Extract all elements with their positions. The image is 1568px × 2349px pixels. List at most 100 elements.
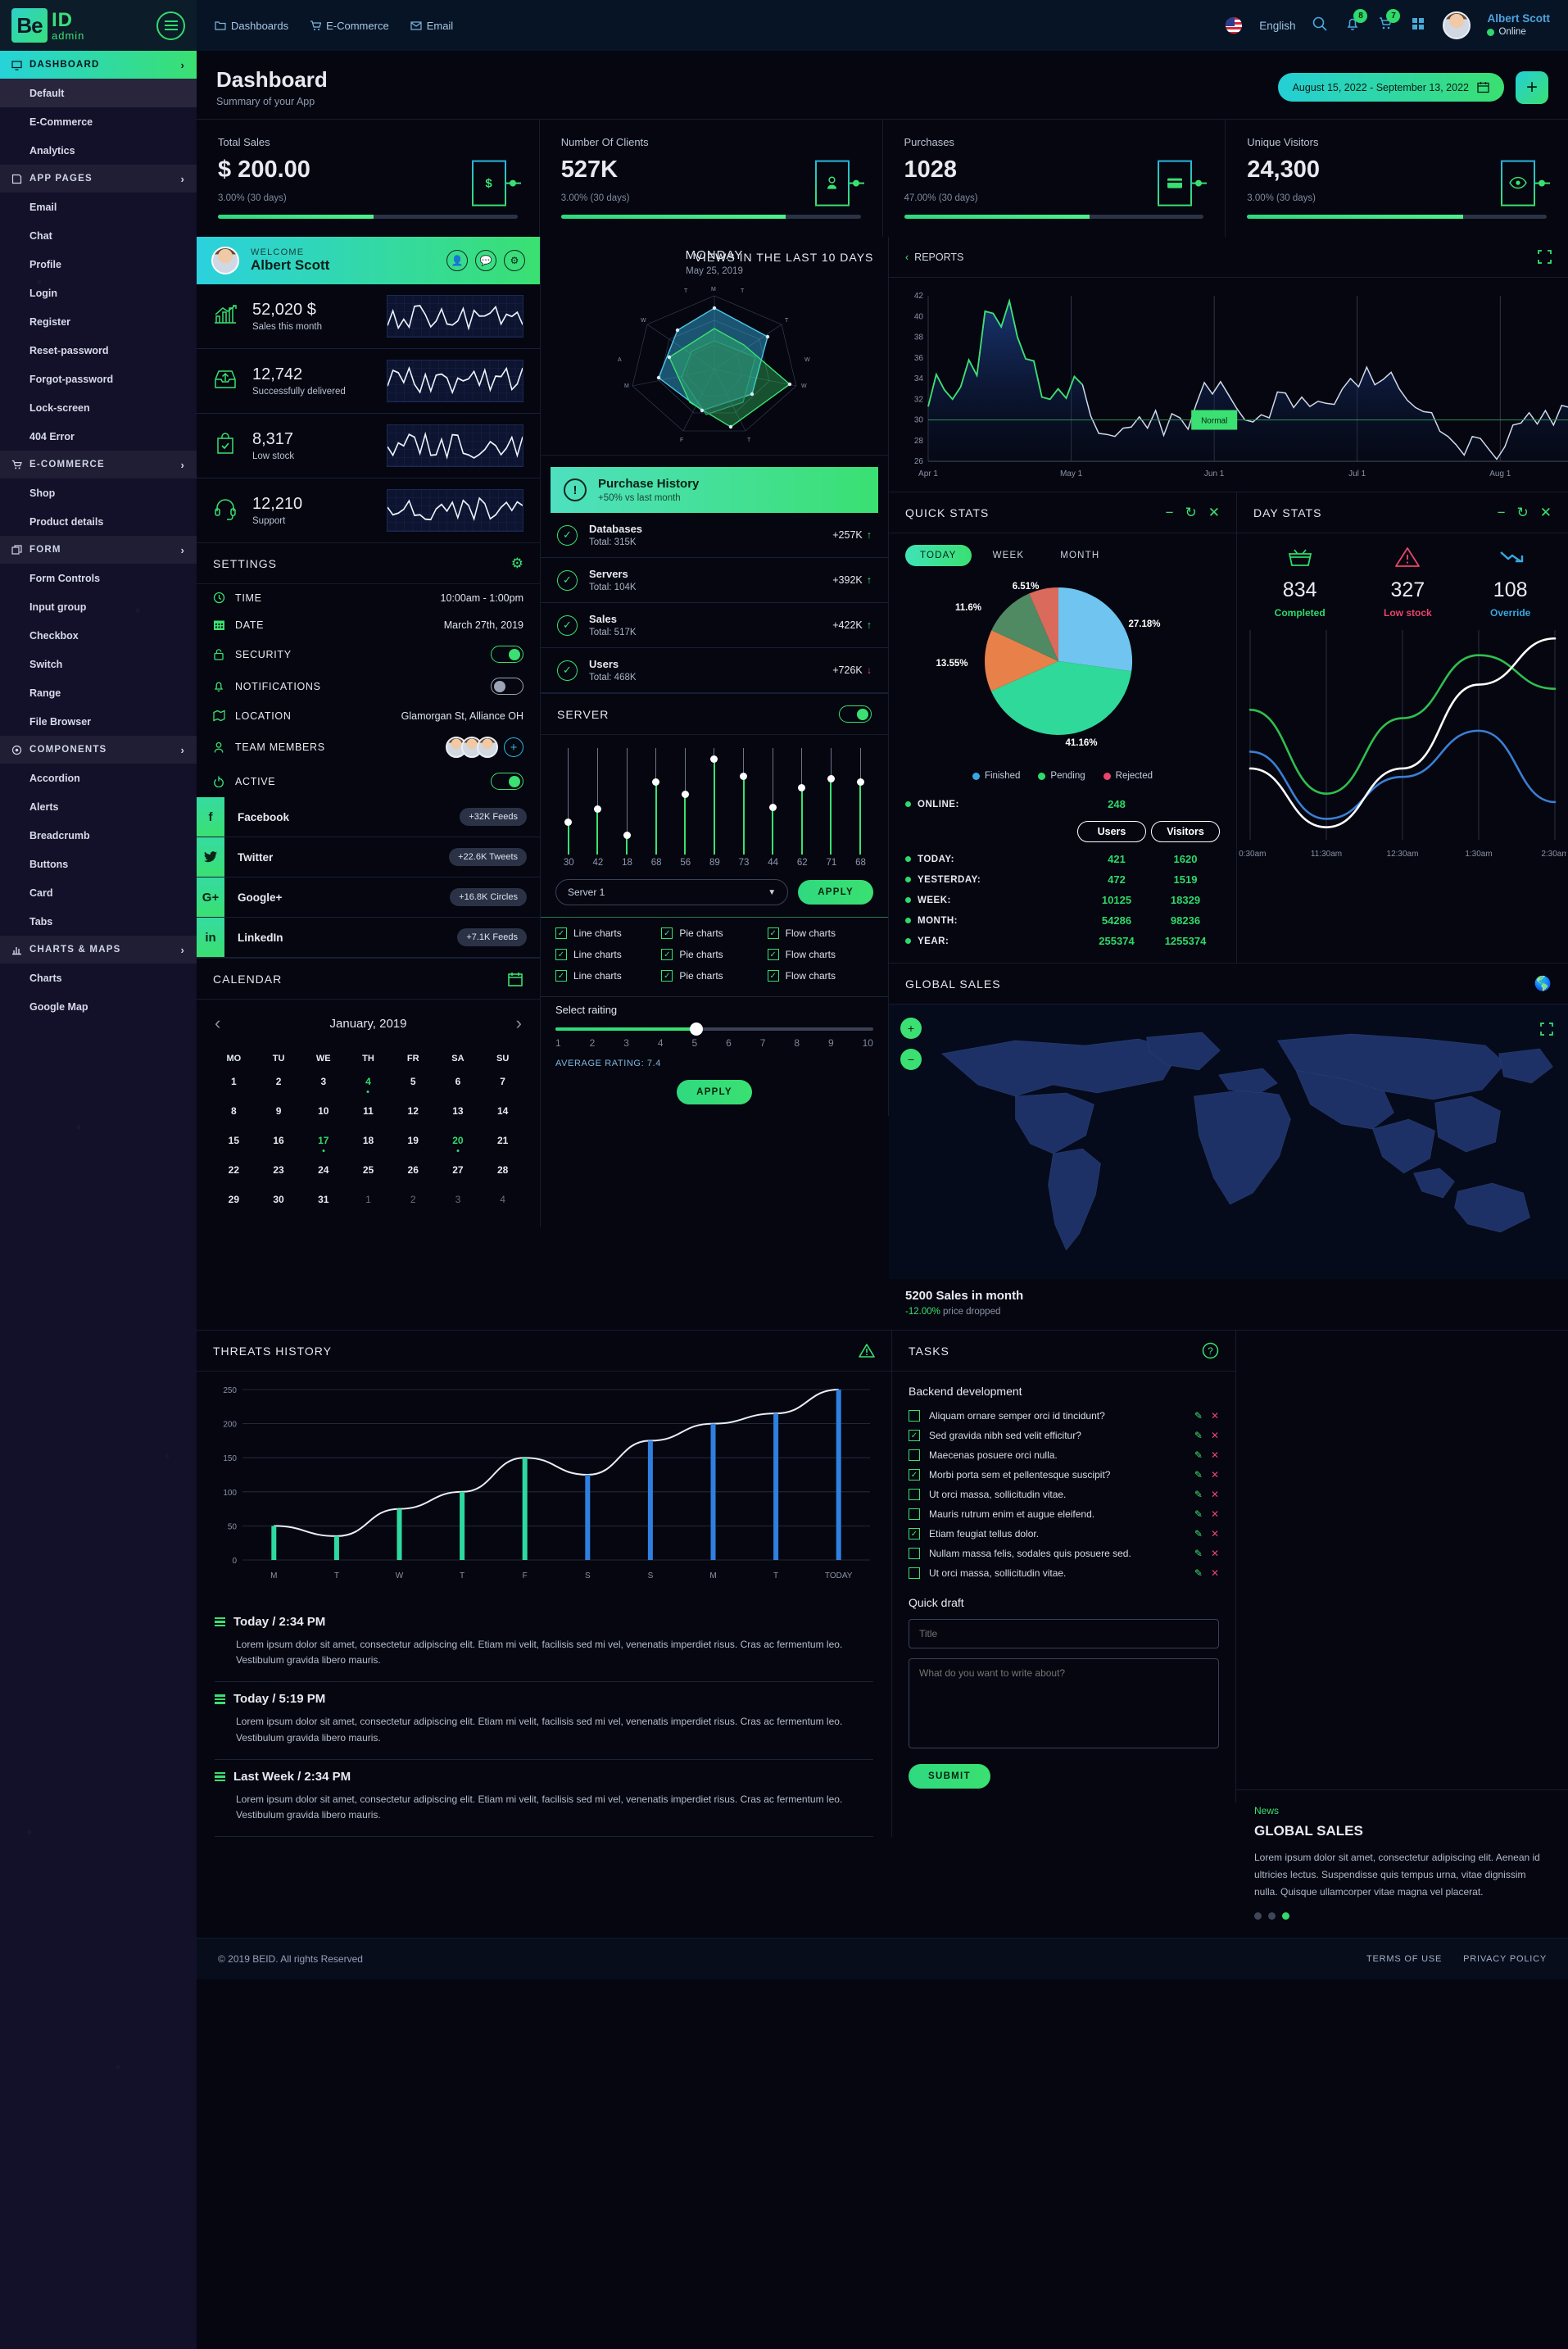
calendar-prev-icon[interactable]: ‹ <box>215 1013 220 1034</box>
sidebar-item-buttons[interactable]: Buttons <box>0 850 197 878</box>
calendar-day[interactable]: 9 <box>256 1096 301 1126</box>
help-icon[interactable]: ? <box>1202 1342 1219 1359</box>
draft-body-textarea[interactable] <box>909 1658 1219 1748</box>
cart-badge-icon[interactable]: 7 <box>1377 8 1401 36</box>
task-checkbox[interactable] <box>909 1449 920 1461</box>
notifications-bell-icon[interactable]: 8 <box>1344 8 1368 36</box>
chat-icon[interactable]: 💬 <box>475 250 496 271</box>
language-selector[interactable]: English <box>1259 20 1295 32</box>
calendar-day[interactable]: 22 <box>211 1155 256 1185</box>
calendar-day[interactable]: 3 <box>301 1067 346 1096</box>
sidebar-item-charts[interactable]: Charts <box>0 964 197 992</box>
minimize-icon[interactable]: − <box>1166 505 1174 521</box>
sidebar-group-app-pages[interactable]: APP PAGES › <box>0 165 197 193</box>
menu-toggle-icon[interactable] <box>156 11 185 40</box>
calendar-day[interactable]: 14 <box>480 1096 525 1126</box>
calendar-day[interactable]: 21 <box>480 1126 525 1155</box>
date-range-picker[interactable]: August 15, 2022 - September 13, 2022 <box>1277 73 1504 102</box>
server-slider[interactable] <box>564 748 573 855</box>
calendar-day[interactable]: 10 <box>301 1096 346 1126</box>
apps-grid-icon[interactable] <box>1410 16 1426 36</box>
carousel-dot[interactable] <box>1254 1912 1262 1920</box>
edit-icon[interactable]: ✎ <box>1194 1469 1203 1481</box>
checkbox-line-charts[interactable]: ✓ Line charts <box>555 949 661 960</box>
sidebar-item-reset-password[interactable]: Reset-password <box>0 336 197 365</box>
edit-icon[interactable]: ✎ <box>1194 1567 1203 1579</box>
social-row-linkedin[interactable]: in LinkedIn +7.1K Feeds <box>197 918 540 958</box>
sidebar-item-checkbox[interactable]: Checkbox <box>0 621 197 650</box>
checkbox-flow-charts[interactable]: ✓ Flow charts <box>767 949 873 960</box>
topbar-link-email[interactable]: Email <box>410 20 453 32</box>
task-checkbox[interactable]: ✓ <box>909 1528 920 1540</box>
sidebar-item-email[interactable]: Email <box>0 193 197 221</box>
calendar-day[interactable]: 4 <box>480 1185 525 1214</box>
carousel-dot[interactable] <box>1268 1912 1276 1920</box>
close-icon[interactable]: ✕ <box>1540 505 1552 521</box>
map-zoom-in-button[interactable]: + <box>900 1018 922 1039</box>
server-select[interactable]: Server 1 ▼ <box>555 879 789 905</box>
user-menu[interactable]: Albert Scott Online <box>1487 12 1550 38</box>
globe-icon[interactable]: 🌎 <box>1534 976 1552 992</box>
social-row-facebook[interactable]: f Facebook +32K Feeds <box>197 797 540 837</box>
sidebar-item-breadcrumb[interactable]: Breadcrumb <box>0 821 197 850</box>
server-toggle[interactable] <box>839 705 872 723</box>
refresh-icon[interactable]: ↻ <box>1185 505 1197 521</box>
sidebar-item-lock-screen[interactable]: Lock-screen <box>0 393 197 422</box>
sidebar-item-profile[interactable]: Profile <box>0 250 197 279</box>
calendar-day[interactable]: 1 <box>346 1185 391 1214</box>
sidebar-item-accordion[interactable]: Accordion <box>0 764 197 792</box>
task-checkbox[interactable] <box>909 1508 920 1520</box>
sidebar-item-range[interactable]: Range <box>0 678 197 707</box>
task-checkbox[interactable] <box>909 1489 920 1500</box>
edit-icon[interactable]: ✎ <box>1194 1410 1203 1422</box>
calendar-day[interactable]: 5 <box>391 1067 436 1096</box>
rating-slider[interactable] <box>555 1023 873 1036</box>
sidebar-item-login[interactable]: Login <box>0 279 197 307</box>
sidebar-item-tabs[interactable]: Tabs <box>0 907 197 936</box>
sidebar-item-404-error[interactable]: 404 Error <box>0 422 197 451</box>
delete-icon[interactable]: ✕ <box>1211 1410 1219 1422</box>
calendar-day[interactable]: 7 <box>480 1067 525 1096</box>
calendar-day[interactable]: 29 <box>211 1185 256 1214</box>
calendar-day[interactable]: 16 <box>256 1126 301 1155</box>
edit-icon[interactable]: ✎ <box>1194 1548 1203 1559</box>
delete-icon[interactable]: ✕ <box>1211 1508 1219 1520</box>
sidebar-item-forgot-password[interactable]: Forgot-password <box>0 365 197 393</box>
social-row-twitter[interactable]: Twitter +22.6K Tweets <box>197 837 540 877</box>
search-icon[interactable] <box>1312 16 1328 36</box>
delete-icon[interactable]: ✕ <box>1211 1528 1219 1540</box>
warning-icon[interactable] <box>859 1343 875 1358</box>
calendar-day[interactable]: 28 <box>480 1155 525 1185</box>
edit-icon[interactable]: ✎ <box>1194 1528 1203 1540</box>
calendar-day[interactable]: 18 <box>346 1126 391 1155</box>
calendar-day[interactable]: 2 <box>256 1067 301 1096</box>
calendar-day[interactable]: 20 <box>436 1126 481 1155</box>
draft-title-input[interactable] <box>909 1619 1219 1648</box>
checkbox-pie-charts[interactable]: ✓ Pie charts <box>661 970 767 982</box>
calendar-day[interactable]: 13 <box>436 1096 481 1126</box>
quick-stats-tab-week[interactable]: WEEK <box>978 545 1040 566</box>
calendar-day[interactable]: 1 <box>211 1067 256 1096</box>
edit-icon[interactable]: ✎ <box>1194 1489 1203 1500</box>
calendar-day[interactable]: 11 <box>346 1096 391 1126</box>
server-slider[interactable] <box>592 748 602 855</box>
checkbox-line-charts[interactable]: ✓ Line charts <box>555 970 661 982</box>
edit-icon[interactable]: ✎ <box>1194 1508 1203 1520</box>
sidebar-item-default[interactable]: Default <box>0 79 197 107</box>
server-slider[interactable] <box>651 748 661 855</box>
delete-icon[interactable]: ✕ <box>1211 1548 1219 1559</box>
sidebar-group-e-commerce[interactable]: E-COMMERCE › <box>0 451 197 478</box>
brand-logo[interactable]: Be ID admin <box>11 8 84 43</box>
privacy-link[interactable]: PRIVACY POLICY <box>1463 1954 1547 1964</box>
server-slider[interactable] <box>768 748 777 855</box>
avatar[interactable] <box>1443 11 1471 39</box>
sidebar-item-card[interactable]: Card <box>0 878 197 907</box>
sidebar-group-components[interactable]: COMPONENTS › <box>0 736 197 764</box>
topbar-link-dashboards[interactable]: Dashboards <box>215 20 288 32</box>
toggle-notifications[interactable] <box>491 678 523 695</box>
sidebar-item-google-map[interactable]: Google Map <box>0 992 197 1021</box>
calendar-day[interactable]: 15 <box>211 1126 256 1155</box>
gear-icon[interactable]: ⚙ <box>511 556 523 572</box>
sidebar-group-dashboard[interactable]: DASHBOARD › <box>0 51 197 79</box>
social-row-google-[interactable]: G+ Google+ +16.8K Circles <box>197 877 540 918</box>
